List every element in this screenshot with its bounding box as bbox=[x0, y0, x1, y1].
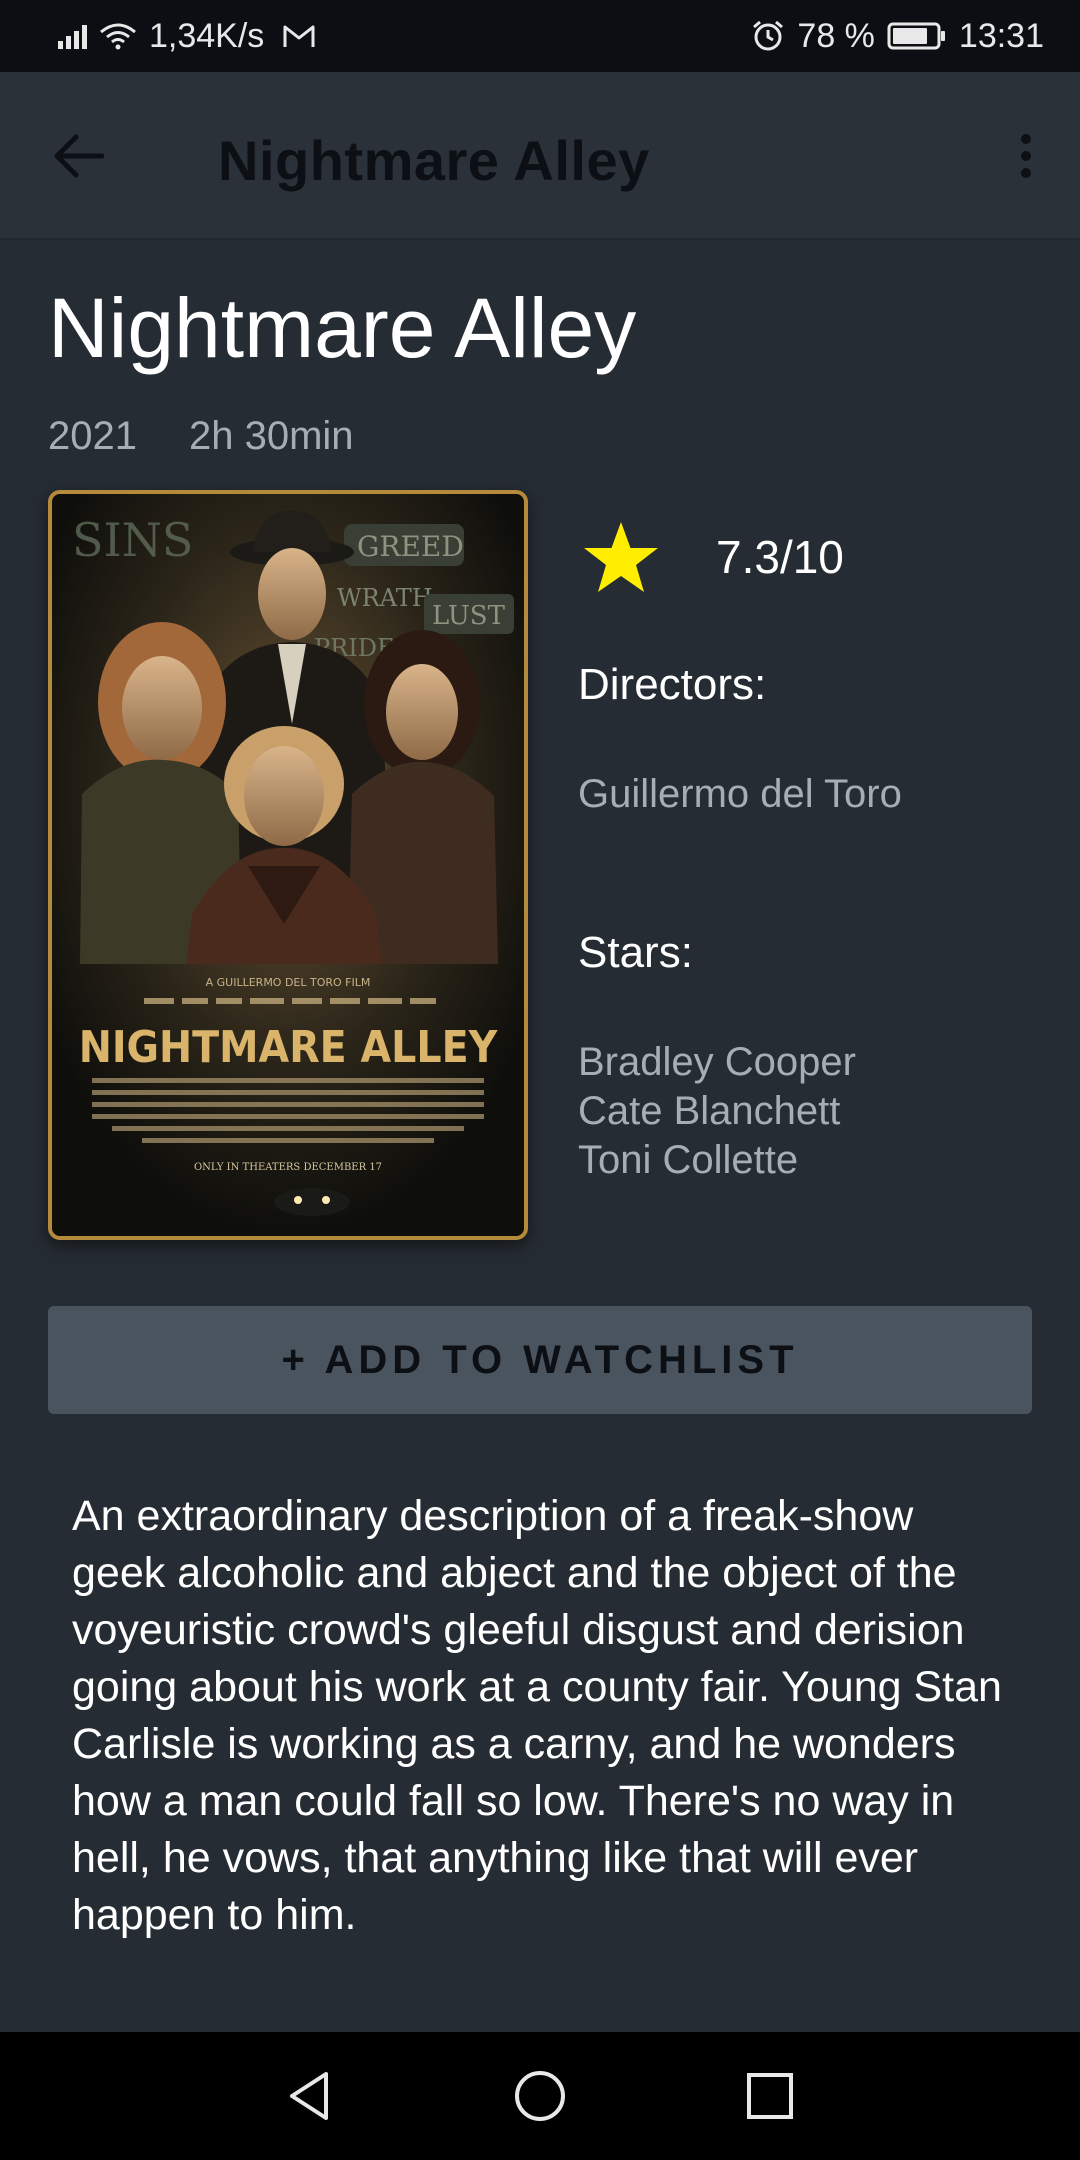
stars-label: Stars: bbox=[578, 928, 693, 977]
network-speed: 1,34K/s bbox=[149, 16, 265, 55]
director-name: Guillermo del Toro bbox=[578, 772, 902, 816]
app-bar-title: Nightmare Alley bbox=[218, 129, 650, 192]
add-to-watchlist-button[interactable]: + ADD TO WATCHLIST bbox=[48, 1306, 1032, 1414]
star-name: Bradley Cooper bbox=[578, 1040, 856, 1084]
status-right: 78 % 13:31 bbox=[751, 17, 1044, 56]
poster-sign-wrath: WRATH bbox=[337, 584, 433, 612]
status-bar: 1,34K/s 78 % 13:31 bbox=[0, 0, 1080, 72]
alarm-icon bbox=[753, 20, 784, 51]
directors-list: Guillermo del Toro bbox=[578, 770, 902, 819]
star-name: Cate Blanchett bbox=[578, 1089, 841, 1133]
app-bar: Nightmare Alley bbox=[0, 72, 1080, 240]
poster-sign-greed: GREED bbox=[357, 530, 464, 563]
battery-percent: 78 % bbox=[797, 16, 875, 55]
movie-year: 2021 bbox=[48, 414, 137, 458]
poster-tagline: ONLY IN THEATERS DECEMBER 17 bbox=[194, 1162, 382, 1173]
nav-recents-icon[interactable] bbox=[742, 2068, 798, 2124]
directors-label: Directors: bbox=[578, 660, 767, 709]
star-name: Toni Collette bbox=[578, 1138, 799, 1182]
rating-value: 7.3/10 bbox=[716, 531, 844, 583]
poster-sign-lust: LUST bbox=[432, 601, 506, 631]
more-vert-icon bbox=[1021, 134, 1031, 144]
movie-title: Nightmare Alley bbox=[48, 281, 637, 375]
wifi-icon bbox=[100, 23, 136, 50]
movie-poster: SINS GREED WRATH LUST PRIDE A GUILLERMO … bbox=[48, 490, 528, 1240]
nav-home-icon[interactable] bbox=[512, 2068, 568, 2124]
status-left: 1,34K/s bbox=[58, 17, 751, 56]
arrow-back-icon bbox=[54, 134, 104, 178]
movie-duration: 2h 30min bbox=[188, 414, 354, 458]
more-options-button[interactable] bbox=[996, 126, 1056, 186]
gmail-icon bbox=[283, 25, 315, 47]
nav-back-icon[interactable] bbox=[282, 2068, 338, 2124]
stars-list: Bradley Cooper Cate Blanchett Toni Colle… bbox=[578, 1038, 856, 1185]
system-nav-bar bbox=[0, 2032, 1080, 2160]
back-button[interactable] bbox=[48, 126, 108, 186]
poster-title: NIGHTMARE ALLEY bbox=[79, 1022, 499, 1073]
movie-description: An extraordinary description of a freak-… bbox=[72, 1492, 1002, 1939]
poster-credit: A GUILLERMO DEL TORO FILM bbox=[206, 976, 371, 989]
signal-icon bbox=[58, 23, 87, 49]
rating-row: 7.3/10 bbox=[582, 520, 844, 594]
star-icon bbox=[584, 522, 658, 592]
poster-sign-sins: SINS bbox=[72, 513, 193, 567]
movie-meta: 2021 2h 30min bbox=[48, 414, 354, 459]
poster-artwork: SINS GREED WRATH LUST PRIDE A GUILLERMO … bbox=[52, 494, 524, 1236]
battery-icon bbox=[887, 22, 945, 50]
clock: 13:31 bbox=[958, 16, 1044, 55]
